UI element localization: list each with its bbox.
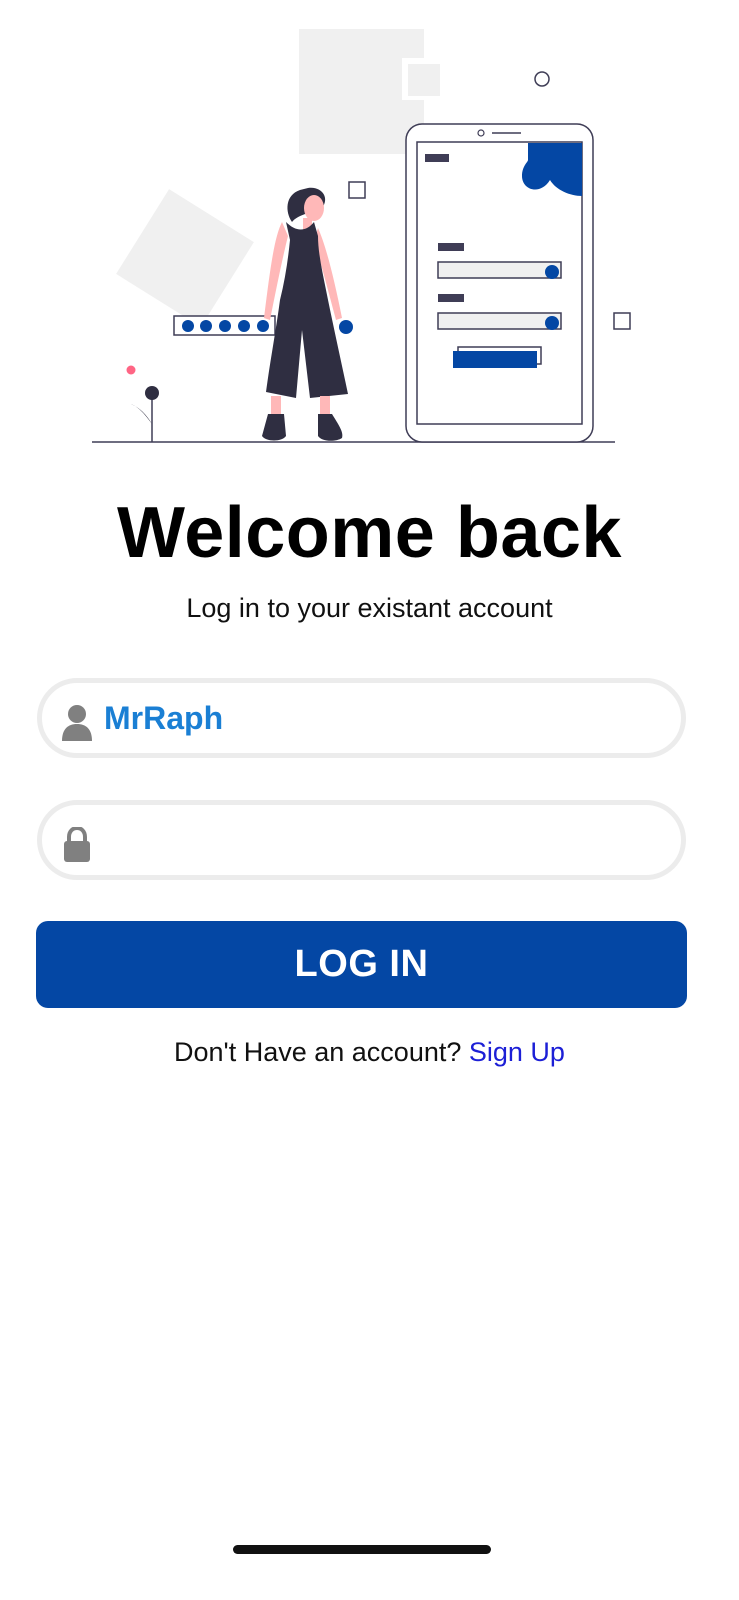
plant-leaf	[131, 404, 152, 424]
deco-square-right	[613, 312, 631, 330]
signup-prompt: Don't Have an account?	[174, 1037, 462, 1067]
deco-circle	[534, 71, 550, 87]
deco-square-small	[348, 181, 366, 199]
bg-diamond	[116, 189, 254, 327]
user-icon	[62, 705, 92, 741]
phone-mockup	[405, 123, 594, 443]
login-illustration	[92, 29, 631, 443]
login-button[interactable]: LOG IN	[36, 921, 687, 1008]
signup-link[interactable]: Sign Up	[469, 1037, 565, 1067]
username-field[interactable]	[37, 678, 686, 758]
plant-bud	[145, 386, 159, 400]
welcome-subtitle: Log in to your existant account	[186, 593, 553, 623]
welcome-title: Welcome back	[117, 493, 622, 573]
woman-figure	[262, 187, 348, 441]
pink-dot	[126, 365, 136, 375]
home-indicator[interactable]	[233, 1545, 491, 1554]
username-input[interactable]	[104, 683, 664, 753]
signup-row: Don't Have an account? Sign Up	[0, 1032, 739, 1072]
bg-square-inner-fill	[408, 64, 440, 96]
password-input[interactable]	[104, 805, 664, 875]
password-field[interactable]	[37, 800, 686, 880]
lock-icon	[64, 827, 90, 862]
